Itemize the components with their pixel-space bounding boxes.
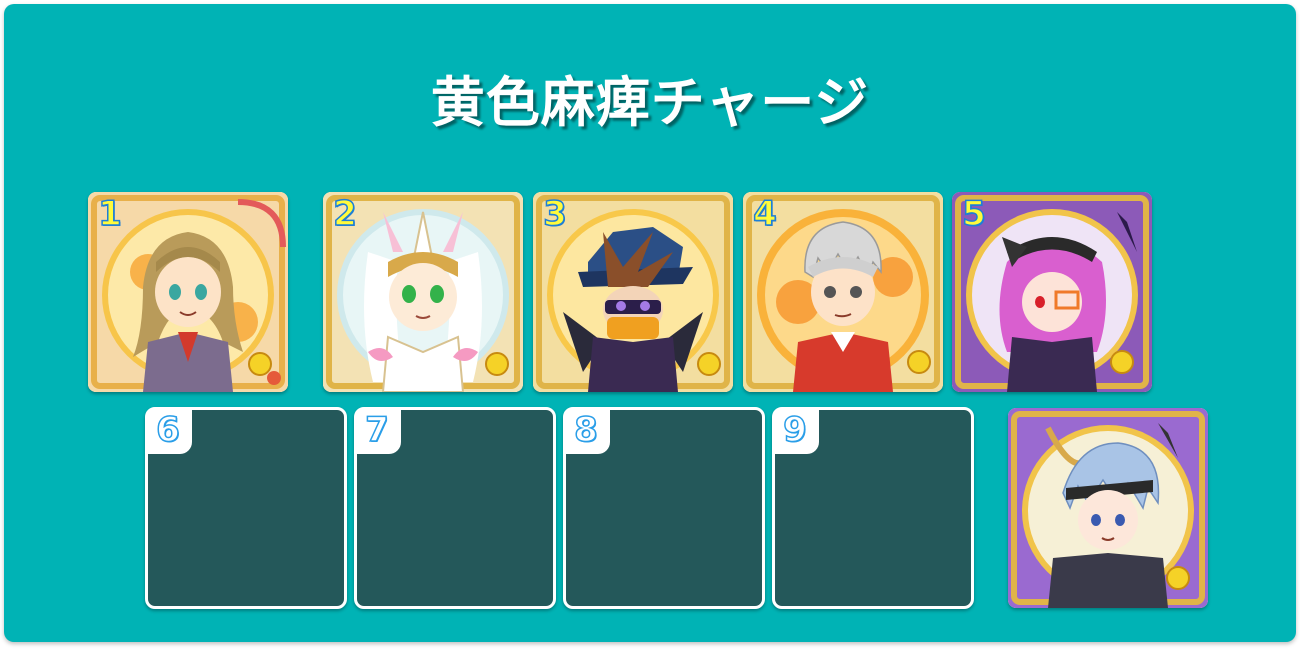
slot-number: 7: [364, 409, 389, 451]
deck-card-1[interactable]: 1: [88, 192, 288, 392]
slot-number: 8: [573, 409, 598, 451]
card-number: 4: [752, 193, 777, 235]
deck-card-2[interactable]: 2: [323, 192, 523, 392]
slot-number: 9: [782, 409, 807, 451]
empty-slot-6[interactable]: 6: [145, 407, 347, 609]
deck-card-5[interactable]: 5: [952, 192, 1152, 392]
deck-title: 黄色麻痺チャージ: [430, 71, 870, 134]
card-number: 2: [332, 193, 357, 235]
leader-card[interactable]: [1008, 408, 1208, 608]
card-number: 3: [542, 193, 567, 235]
empty-slot-7[interactable]: 7: [354, 407, 556, 609]
blue-hair-boy-card: [1008, 408, 1208, 608]
slot-number: 6: [155, 409, 180, 451]
empty-slot-8[interactable]: 8: [563, 407, 765, 609]
empty-slot-9[interactable]: 9: [772, 407, 974, 609]
card-number: 1: [97, 193, 122, 235]
deck-card-4[interactable]: 4: [743, 192, 943, 392]
deck-card-3[interactable]: 3: [533, 192, 733, 392]
card-number: 5: [961, 193, 986, 235]
